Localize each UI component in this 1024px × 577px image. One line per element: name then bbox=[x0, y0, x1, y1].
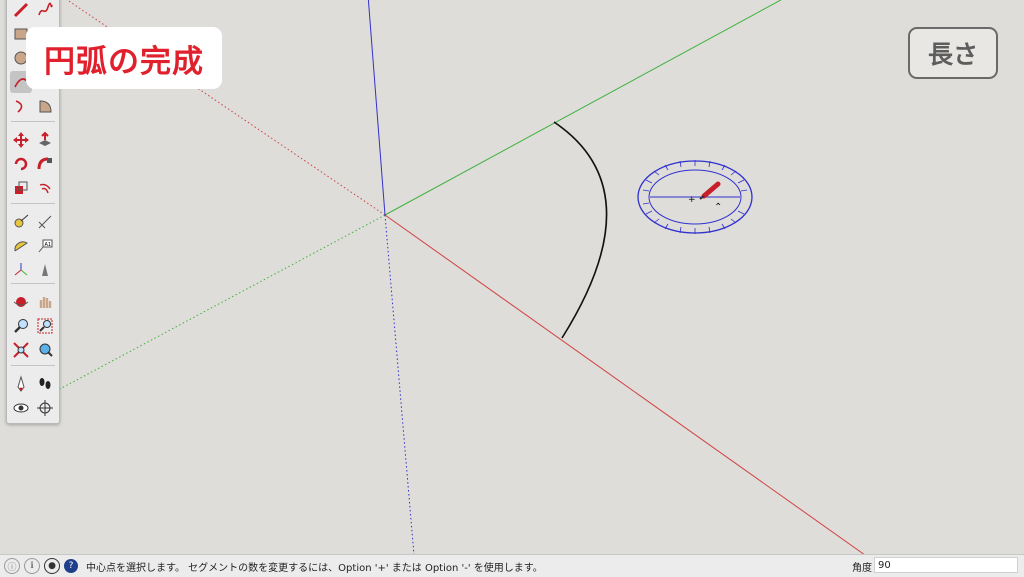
length-badge: 長さ bbox=[908, 27, 998, 79]
section-plane-icon[interactable] bbox=[34, 397, 56, 419]
svg-text:+: + bbox=[688, 195, 696, 205]
zoom-window-icon[interactable] bbox=[34, 315, 56, 337]
rotate-icon[interactable] bbox=[10, 153, 32, 175]
freehand-icon[interactable] bbox=[34, 0, 56, 21]
svg-text:A1: A1 bbox=[45, 242, 52, 248]
walk-icon[interactable] bbox=[34, 373, 56, 395]
svg-text:⌃: ⌃ bbox=[714, 202, 722, 213]
axes-icon[interactable] bbox=[10, 259, 32, 281]
red-axis-positive bbox=[384, 214, 873, 561]
offset-icon[interactable] bbox=[34, 177, 56, 199]
push-pull-icon[interactable] bbox=[34, 129, 56, 151]
text-icon[interactable]: A1 bbox=[34, 235, 56, 257]
tape-measure-icon[interactable] bbox=[10, 211, 32, 233]
protractor-cursor-icon: + ⌃ bbox=[637, 160, 753, 234]
geolocation-icon[interactable]: ⓘ bbox=[4, 558, 20, 574]
caption-label: 円弧の完成 bbox=[26, 27, 222, 89]
protractor-icon[interactable] bbox=[10, 235, 32, 257]
pencil-icon[interactable] bbox=[10, 0, 32, 21]
status-bar: ⓘ ℹ ● ? 中心点を選択します。 セグメントの数を変更するには、Option… bbox=[0, 554, 1024, 577]
zoom-extents-icon[interactable] bbox=[10, 339, 32, 361]
measurement-input[interactable]: 90 bbox=[874, 557, 1018, 573]
position-camera-icon[interactable] bbox=[10, 373, 32, 395]
user-account-icon[interactable]: ● bbox=[44, 558, 60, 574]
toolbar-separator bbox=[11, 121, 55, 122]
toolbar-separator bbox=[11, 203, 55, 204]
previous-view-icon[interactable] bbox=[34, 339, 56, 361]
green-axis-negative bbox=[57, 214, 386, 391]
toolbar-separator bbox=[11, 365, 55, 366]
zoom-icon[interactable] bbox=[10, 315, 32, 337]
instructor-icon[interactable]: ? bbox=[64, 559, 78, 573]
status-message: 中心点を選択します。 セグメントの数を変更するには、Option '+' または… bbox=[86, 562, 543, 574]
pan-icon[interactable] bbox=[34, 291, 56, 313]
orbit-icon[interactable] bbox=[10, 291, 32, 313]
measurement-label: 角度 bbox=[852, 563, 872, 574]
scale-icon[interactable] bbox=[10, 177, 32, 199]
move-icon[interactable] bbox=[10, 129, 32, 151]
blue-axis-negative bbox=[384, 214, 415, 556]
credits-icon[interactable]: ℹ bbox=[24, 558, 40, 574]
pie-icon[interactable] bbox=[34, 95, 56, 117]
toolbar-separator bbox=[11, 283, 55, 284]
3d-text-icon[interactable] bbox=[34, 259, 56, 281]
blue-axis-positive bbox=[367, 0, 386, 216]
dimension-icon[interactable] bbox=[34, 211, 56, 233]
three-point-arc-icon[interactable] bbox=[10, 95, 32, 117]
follow-me-icon[interactable] bbox=[34, 153, 56, 175]
green-axis-positive bbox=[384, 0, 782, 216]
look-around-icon[interactable] bbox=[10, 397, 32, 419]
drawn-arc[interactable] bbox=[553, 121, 608, 339]
